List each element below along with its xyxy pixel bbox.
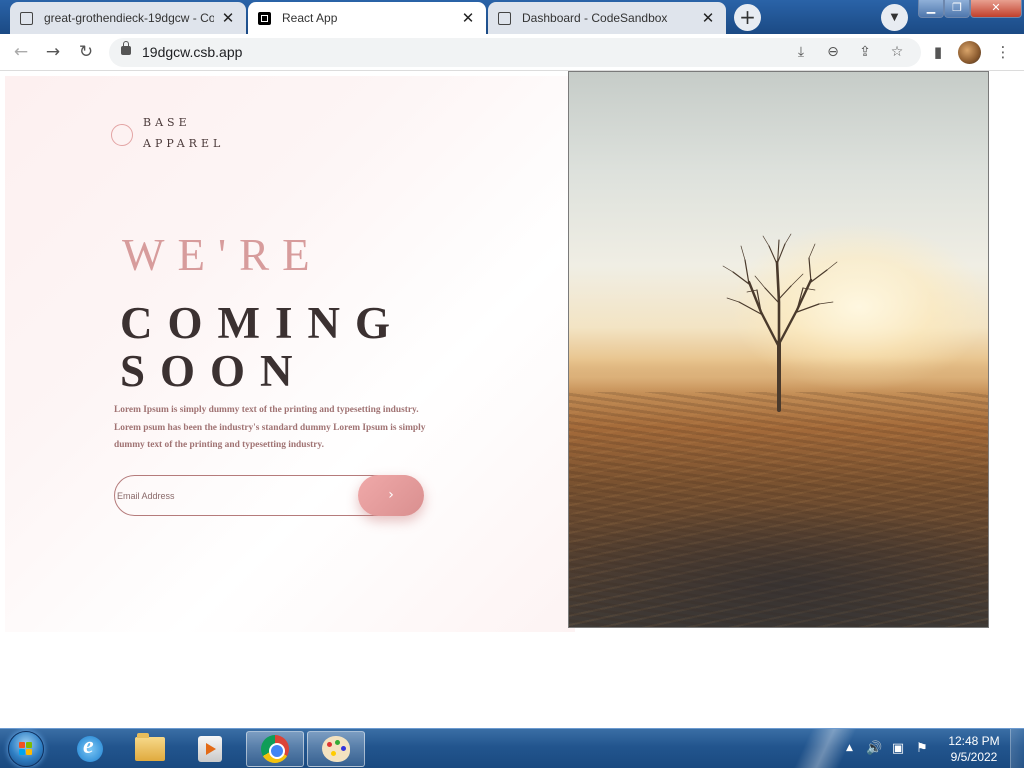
tab-dashboard-codesandbox[interactable]: Dashboard - CodeSandbox ✕ bbox=[488, 2, 726, 34]
taskbar-chrome[interactable] bbox=[246, 731, 304, 767]
browser-toolbar: ← → ↻ 19dgcw.csb.app ⤓ ⊖ ⇪ ☆ ▮ ⋮ bbox=[0, 34, 1024, 71]
install-app-icon[interactable]: ⤓ bbox=[789, 41, 813, 64]
headline-bold: COMING SOON bbox=[120, 299, 405, 395]
tab-react-app[interactable]: React App ✕ bbox=[248, 2, 486, 34]
zoom-out-icon[interactable]: ⊖ bbox=[821, 41, 845, 64]
system-clock[interactable]: 12:48 PM 9/5/2022 bbox=[944, 733, 1004, 765]
internet-explorer-icon bbox=[77, 733, 103, 762]
email-input[interactable] bbox=[117, 486, 347, 506]
start-button[interactable] bbox=[8, 731, 44, 767]
windows-taskbar: ▲ 🔊 ▣ ⚑ 12:48 PM 9/5/2022 bbox=[0, 728, 1024, 768]
tab-label: React App bbox=[282, 11, 338, 25]
clock-time: 12:48 PM bbox=[948, 734, 1000, 748]
tab-strip: great-grothendieck-19dgcw - CodeSandbox … bbox=[0, 0, 1024, 34]
show-desktop-button[interactable] bbox=[1010, 729, 1024, 768]
paint-icon bbox=[322, 736, 350, 762]
media-player-icon bbox=[198, 736, 222, 762]
tab-label: great-grothendieck-19dgcw - CodeSandbox bbox=[44, 11, 214, 25]
react-app-favicon-icon bbox=[258, 11, 271, 25]
headline-light: WE'RE bbox=[122, 230, 323, 280]
side-panel-icon[interactable]: ▮ bbox=[925, 40, 951, 64]
address-bar[interactable]: 19dgcw.csb.app ⤓ ⊖ ⇪ ☆ bbox=[109, 38, 921, 67]
web-page: BASE APPAREL WE'RE COMING SOON Lorem Ips… bbox=[0, 71, 1024, 728]
tab-codesandbox-project[interactable]: great-grothendieck-19dgcw - CodeSandbox … bbox=[10, 2, 246, 34]
email-signup-form: › bbox=[114, 475, 424, 516]
url-text[interactable]: 19dgcw.csb.app bbox=[142, 44, 242, 60]
logo-line-1: BASE bbox=[143, 116, 191, 129]
submit-arrow-button[interactable]: › bbox=[358, 475, 424, 516]
restore-window-button[interactable]: ❐ bbox=[944, 0, 970, 18]
network-icon[interactable]: ▣ bbox=[890, 741, 906, 757]
forward-arrow-icon[interactable]: → bbox=[40, 40, 66, 64]
bookmark-star-icon[interactable]: ☆ bbox=[885, 41, 909, 64]
logo-line-2: APPAREL bbox=[143, 137, 225, 150]
kebab-menu-icon[interactable]: ⋮ bbox=[990, 40, 1016, 64]
chrome-icon bbox=[261, 735, 289, 763]
close-window-button[interactable]: ✕ bbox=[970, 0, 1022, 18]
taskbar-media-player[interactable] bbox=[181, 731, 239, 767]
clock-date: 9/5/2022 bbox=[950, 750, 998, 764]
share-icon[interactable]: ⇪ bbox=[853, 41, 877, 64]
close-tab-icon[interactable]: ✕ bbox=[700, 9, 716, 27]
reload-icon[interactable]: ↻ bbox=[73, 40, 99, 64]
back-arrow-icon[interactable]: ← bbox=[8, 40, 34, 64]
description-text: Lorem Ipsum is simply dummy text of the … bbox=[114, 405, 426, 450]
close-tab-icon[interactable]: ✕ bbox=[460, 9, 476, 27]
tab-label: Dashboard - CodeSandbox bbox=[522, 11, 668, 25]
ground-shadow bbox=[569, 502, 988, 627]
headline-bold-line-1: COMING bbox=[120, 298, 405, 348]
show-hidden-icons-icon[interactable]: ▲ bbox=[846, 743, 853, 753]
action-center-flag-icon[interactable]: ⚑ bbox=[914, 741, 930, 757]
new-tab-button[interactable]: + bbox=[734, 4, 761, 31]
close-tab-icon[interactable]: ✕ bbox=[220, 9, 236, 27]
codesandbox-favicon-icon bbox=[498, 11, 511, 25]
logo-circle-icon bbox=[111, 124, 133, 146]
volume-icon[interactable]: 🔊 bbox=[866, 741, 882, 757]
bare-tree-icon bbox=[722, 233, 838, 412]
file-explorer-icon bbox=[135, 733, 165, 761]
minimize-window-button[interactable]: ▁ bbox=[918, 0, 944, 18]
codesandbox-favicon-icon bbox=[20, 11, 33, 25]
headline-bold-line-2: SOON bbox=[120, 346, 308, 396]
lock-icon[interactable] bbox=[121, 41, 131, 55]
taskbar-internet-explorer[interactable] bbox=[61, 731, 119, 767]
profile-avatar[interactable] bbox=[958, 41, 981, 64]
taskbar-file-explorer[interactable] bbox=[121, 731, 179, 767]
windows-logo-icon bbox=[19, 742, 33, 756]
hero-landscape-image bbox=[568, 71, 989, 628]
taskbar-paint[interactable] bbox=[307, 731, 365, 767]
tab-search-chevron-icon[interactable]: ▼ bbox=[881, 4, 908, 31]
